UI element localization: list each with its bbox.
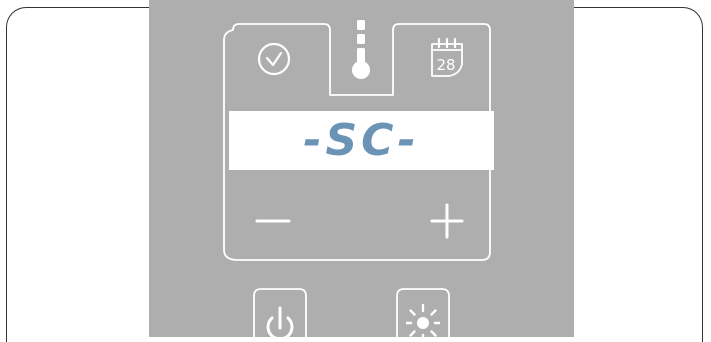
tab-calendar[interactable]: 28 <box>427 36 467 80</box>
power-button[interactable] <box>264 302 296 337</box>
decrease-button[interactable] <box>253 206 293 236</box>
calendar-icon: 28 <box>431 37 463 77</box>
tab-temperature[interactable] <box>347 18 375 82</box>
display-value: -SC- <box>303 115 420 166</box>
minus-icon <box>255 219 291 223</box>
light-button[interactable] <box>406 297 440 337</box>
power-icon <box>266 306 294 337</box>
control-panel: 28 -SC- <box>149 0 574 337</box>
calendar-day-label: 28 <box>436 56 455 74</box>
thermometer-icon <box>352 20 370 79</box>
increase-button[interactable] <box>429 200 465 240</box>
plus-icon <box>430 203 464 239</box>
sun-icon <box>406 303 440 337</box>
lcd-display: -SC- <box>229 111 494 170</box>
clock-icon <box>257 42 291 76</box>
tab-clock[interactable] <box>253 38 295 80</box>
